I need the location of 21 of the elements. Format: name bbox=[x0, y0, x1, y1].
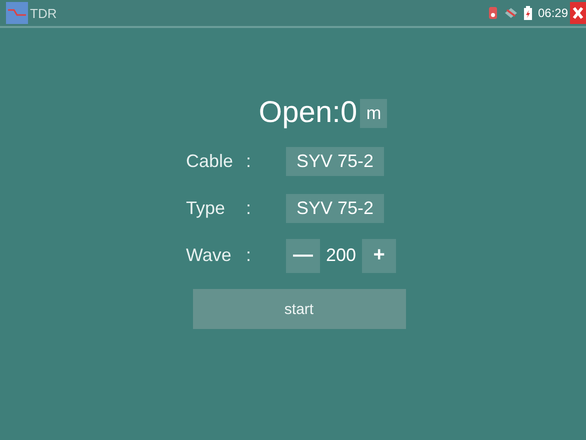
network-icon bbox=[504, 7, 518, 19]
decrement-button[interactable]: — bbox=[286, 238, 320, 272]
app-title: TDR bbox=[30, 6, 58, 20]
battery-icon bbox=[524, 6, 532, 20]
value-select[interactable]: SYV 75-2 bbox=[286, 147, 384, 176]
start-button[interactable]: start bbox=[192, 289, 406, 329]
setting-label: Type bbox=[186, 198, 226, 219]
value-select[interactable]: SYV 75-2 bbox=[286, 194, 384, 223]
colon-separator: : bbox=[246, 245, 252, 266]
unit-button[interactable]: m bbox=[360, 98, 388, 128]
colon-separator: : bbox=[246, 198, 252, 219]
record-icon bbox=[488, 6, 498, 20]
result-text: Open:0 bbox=[258, 96, 358, 130]
cable-wave-icon bbox=[6, 2, 28, 24]
setting-label: Wave bbox=[186, 245, 232, 266]
colon-separator: : bbox=[246, 151, 252, 172]
wave-value: 200 bbox=[326, 245, 356, 266]
clock-time: 06:29 bbox=[538, 6, 568, 20]
increment-button[interactable]: + bbox=[362, 238, 396, 272]
close-icon[interactable] bbox=[570, 2, 586, 24]
setting-label: Cable bbox=[186, 151, 234, 172]
